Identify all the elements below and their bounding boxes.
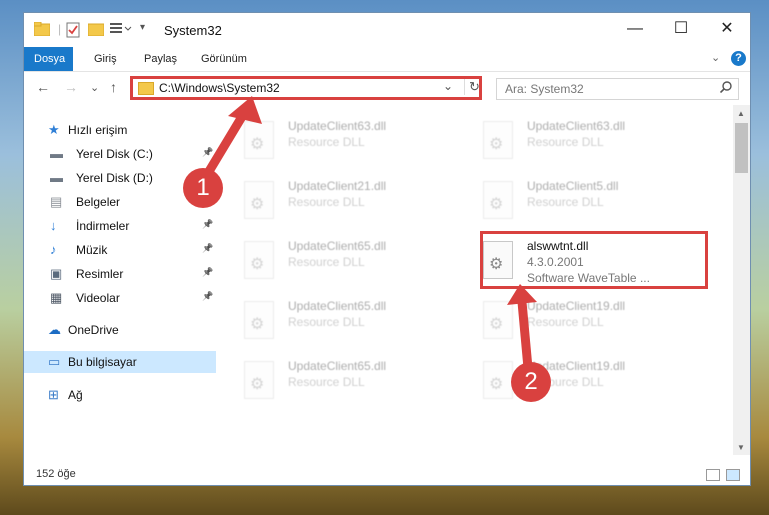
- annotation-badge-2: 2: [511, 362, 551, 402]
- annotation-arrows: [200, 96, 537, 373]
- annotation-badge-1: 1: [183, 168, 223, 208]
